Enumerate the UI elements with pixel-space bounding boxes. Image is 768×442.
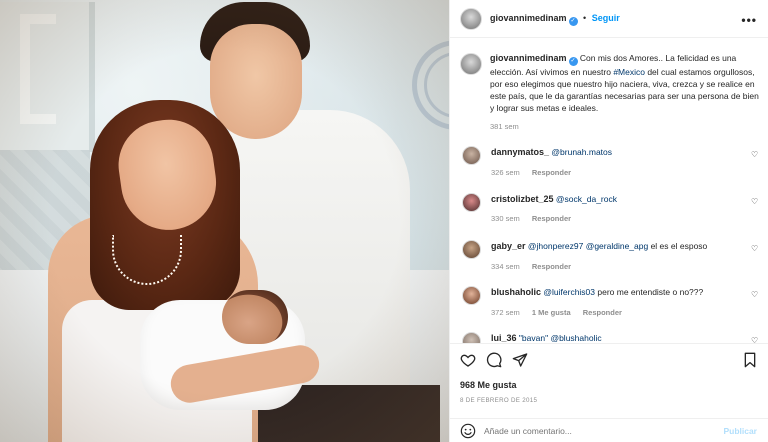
bookmark-icon[interactable] <box>743 352 757 368</box>
publish-button[interactable]: Publicar <box>723 426 757 436</box>
comment-timestamp[interactable]: 334 sem <box>491 262 520 271</box>
comment-avatar[interactable] <box>462 332 481 343</box>
comment-mention[interactable]: @sock_da_rock <box>556 194 617 204</box>
comment-input[interactable] <box>484 426 704 436</box>
more-options-icon[interactable]: ••• <box>741 13 757 27</box>
comment-mention[interactable]: @jhonperez97 <box>528 241 583 251</box>
post-actions: 968 Me gusta 8 DE FEBRERO DE 2015 <box>450 343 768 423</box>
comment-text: el es el esposo <box>648 241 708 251</box>
comment-text: pero me entendiste o no??? <box>595 287 704 297</box>
comments-list[interactable]: giovannimedinam ✓ Con mis dos Amores.. La… <box>450 38 768 343</box>
follow-button[interactable]: Seguir <box>592 13 620 23</box>
comment-username[interactable]: gaby_er <box>491 241 526 251</box>
likes-count[interactable]: 968 Me gusta <box>460 380 517 390</box>
caption-username[interactable]: giovannimedinam <box>490 53 567 63</box>
comment-likes-count[interactable]: 1 Me gusta <box>532 308 571 317</box>
comment-avatar[interactable] <box>462 193 481 212</box>
post-header: giovannimedinam ✓ • Seguir ••• <box>450 0 768 38</box>
post-photo[interactable] <box>0 0 449 442</box>
reply-button[interactable]: Responder <box>532 214 571 223</box>
comment-like-icon[interactable]: ♡ <box>751 291 759 299</box>
comment-like-icon[interactable]: ♡ <box>751 245 759 253</box>
comment-like-icon[interactable]: ♡ <box>751 198 759 206</box>
send-icon[interactable] <box>512 352 528 368</box>
comment-timestamp[interactable]: 330 sem <box>491 214 520 223</box>
comment-username[interactable]: lui_36 <box>491 333 517 343</box>
post-date[interactable]: 8 DE FEBRERO DE 2015 <box>460 397 537 404</box>
comment-icon[interactable] <box>486 352 502 368</box>
comment-avatar[interactable] <box>462 146 481 165</box>
comment-avatar[interactable] <box>462 286 481 305</box>
comment-mention[interactable]: @geraldine_apg <box>586 241 649 251</box>
comment-like-icon[interactable]: ♡ <box>751 151 759 159</box>
emoji-icon[interactable] <box>460 423 476 439</box>
caption-timestamp[interactable]: 381 sem <box>490 122 519 131</box>
comment-timestamp[interactable]: 326 sem <box>491 168 520 177</box>
comment-timestamp[interactable]: 372 sem <box>491 308 520 317</box>
verified-badge-icon: ✓ <box>568 17 578 26</box>
heart-icon[interactable] <box>460 352 476 368</box>
comment-mention[interactable]: "bavan" @blushaholic <box>519 333 602 343</box>
verified-badge-icon: ✓ <box>568 57 578 66</box>
comment-username[interactable]: cristolizbet_25 <box>491 194 554 204</box>
reply-button[interactable]: Responder <box>532 262 571 271</box>
comment-avatar[interactable] <box>462 240 481 259</box>
caption-avatar[interactable] <box>460 53 482 75</box>
caption-hashtag[interactable]: #Mexico <box>613 67 645 77</box>
reply-button[interactable]: Responder <box>583 308 622 317</box>
author-username[interactable]: giovannimedinam <box>490 13 567 23</box>
comment-username[interactable]: blushaholic <box>491 287 541 297</box>
comment-mention[interactable]: @luiferchis03 <box>543 287 595 297</box>
add-comment-bar: Publicar <box>450 418 768 442</box>
comment-username[interactable]: dannymatos_ <box>491 147 549 157</box>
author-avatar[interactable] <box>460 8 482 30</box>
comment-mention[interactable]: @brunah.matos <box>551 147 612 157</box>
reply-button[interactable]: Responder <box>532 168 571 177</box>
post-sidebar: giovannimedinam ✓ • Seguir ••• giovannime… <box>449 0 768 442</box>
